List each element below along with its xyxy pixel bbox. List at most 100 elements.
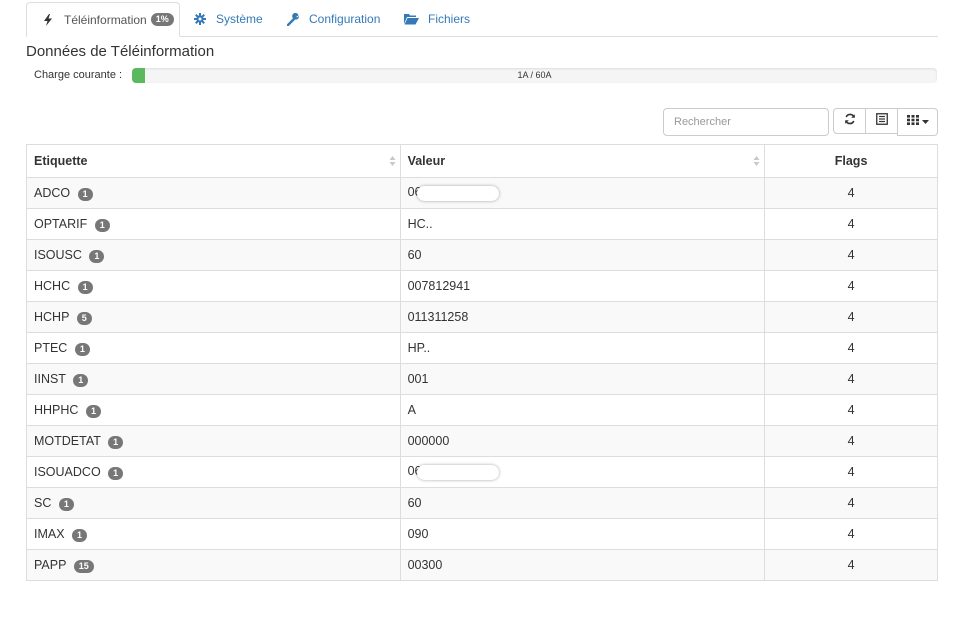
row-flags: 4 — [847, 527, 855, 541]
tab-label: Système — [216, 12, 263, 26]
column-header-valeur[interactable]: Valeur — [399, 144, 766, 178]
tab-teleinformation[interactable]: Téléinformation 1% — [26, 2, 180, 37]
flags-cell: 4 — [764, 425, 938, 457]
flags-cell: 4 — [764, 363, 938, 395]
flags-cell: 4 — [764, 549, 938, 581]
tab-systeme[interactable]: Système — [193, 2, 263, 36]
value-cell: 090 — [399, 518, 766, 550]
row-value: 011311258 — [407, 310, 469, 324]
value-cell: A — [399, 394, 766, 426]
redaction-mark — [417, 464, 500, 480]
label-cell: HCHC 1 — [26, 270, 401, 302]
row-label: ISOUSC — [34, 247, 82, 262]
row-value: 00300 — [407, 558, 443, 572]
table-row[interactable]: MOTDETAT 1 000000 4 — [26, 425, 938, 457]
redaction-mark — [417, 185, 500, 201]
value-cell: HP.. — [399, 332, 766, 364]
wrench-icon — [286, 12, 300, 26]
label-cell: IMAX 1 — [26, 518, 401, 550]
table-row[interactable]: IINST 1 001 4 — [26, 363, 938, 395]
value-cell: 60 — [399, 487, 766, 519]
value-cell: 001 — [399, 363, 766, 395]
flags-cell: 4 — [764, 518, 938, 550]
sort-icon — [389, 156, 396, 166]
label-cell: ADCO 1 — [26, 177, 401, 209]
row-label: MOTDETAT — [34, 433, 101, 448]
table-row[interactable]: ISOUADCO 1 06 4 — [26, 456, 938, 488]
value-cell: 06 — [399, 177, 766, 209]
row-flags: 4 — [847, 434, 855, 448]
row-label: IMAX — [34, 526, 65, 541]
flags-cell: 4 — [764, 177, 938, 209]
row-flags: 4 — [847, 465, 855, 479]
count-badge: 15 — [73, 559, 94, 573]
row-label: PTEC — [34, 340, 68, 355]
refresh-icon — [844, 112, 856, 130]
row-label: IINST — [34, 371, 66, 386]
table-row[interactable]: HCHP 5 011311258 4 — [26, 301, 938, 333]
folder-open-icon — [403, 12, 419, 26]
count-badge: 1 — [58, 497, 74, 511]
label-cell: OPTARIF 1 — [26, 208, 401, 240]
tab-configuration[interactable]: Configuration — [286, 2, 380, 36]
header-label: Etiquette — [34, 154, 88, 168]
label-cell: IINST 1 — [26, 363, 401, 395]
table-row[interactable]: PAPP 15 00300 4 — [26, 549, 938, 581]
label-cell: HCHP 5 — [26, 301, 401, 333]
row-value: 090 — [407, 527, 429, 541]
table-body: ADCO 1 06 4 OPTARIF 1 HC.. 4 ISOUSC 1 60 4 HCHC 1… — [26, 177, 938, 581]
row-value: 60 — [407, 248, 422, 262]
count-badge: 1 — [74, 342, 90, 356]
count-badge: 1 — [108, 435, 124, 449]
row-flags: 4 — [847, 496, 855, 510]
table-row[interactable]: ISOUSC 1 60 4 — [26, 239, 938, 271]
charge-progress: 1A / 60A — [132, 68, 937, 83]
label-cell: PTEC 1 — [26, 332, 401, 364]
row-flags: 4 — [847, 403, 855, 417]
toggle-view-button[interactable] — [865, 108, 898, 134]
table-row[interactable]: ADCO 1 06 4 — [26, 177, 938, 209]
header-label: Flags — [834, 154, 868, 168]
row-flags: 4 — [847, 248, 855, 262]
table-row[interactable]: OPTARIF 1 HC.. 4 — [26, 208, 938, 240]
row-flags: 4 — [847, 217, 855, 231]
count-badge: 1 — [89, 249, 105, 263]
table-row[interactable]: PTEC 1 HP.. 4 — [26, 332, 938, 364]
flags-cell: 4 — [764, 208, 938, 240]
table-row[interactable]: IMAX 1 090 4 — [26, 518, 938, 550]
table-row[interactable]: HCHC 1 007812941 4 — [26, 270, 938, 302]
row-label: SC — [34, 495, 52, 510]
row-flags: 4 — [847, 341, 855, 355]
count-badge: 1 — [94, 218, 110, 232]
table-row[interactable]: HHPHC 1 A 4 — [26, 394, 938, 426]
refresh-button[interactable] — [833, 108, 866, 134]
flags-cell: 4 — [764, 301, 938, 333]
count-badge: 5 — [76, 311, 92, 325]
label-cell: MOTDETAT 1 — [26, 425, 401, 457]
row-value: 000000 — [407, 434, 450, 448]
count-badge: 1 — [77, 280, 93, 294]
page-title: Données de Téléinformation — [26, 43, 215, 60]
count-badge: 1 — [108, 466, 124, 480]
caret-down-icon — [921, 120, 929, 124]
table-row[interactable]: SC 1 60 4 — [26, 487, 938, 519]
count-badge: 1 — [77, 187, 93, 201]
search-input[interactable] — [663, 108, 829, 136]
flags-cell: 4 — [764, 270, 938, 302]
column-header-etiquette[interactable]: Etiquette — [26, 144, 401, 178]
tab-fichiers[interactable]: Fichiers — [403, 2, 470, 36]
charge-label: Charge courante : — [34, 69, 123, 81]
tab-bar: Téléinformation 1% Système Configuration… — [26, 2, 938, 37]
row-label: HCHC — [34, 278, 71, 293]
flags-cell: 4 — [764, 239, 938, 271]
usage-badge: 1% — [150, 13, 174, 26]
label-cell: ISOUSC 1 — [26, 239, 401, 271]
flags-cell: 4 — [764, 456, 938, 488]
label-cell: SC 1 — [26, 487, 401, 519]
flags-cell: 4 — [764, 332, 938, 364]
columns-dropdown-button[interactable] — [897, 108, 938, 136]
row-flags: 4 — [847, 372, 855, 386]
label-cell: ISOUADCO 1 — [26, 456, 401, 488]
count-badge: 1 — [85, 404, 101, 418]
flags-cell: 4 — [764, 394, 938, 426]
